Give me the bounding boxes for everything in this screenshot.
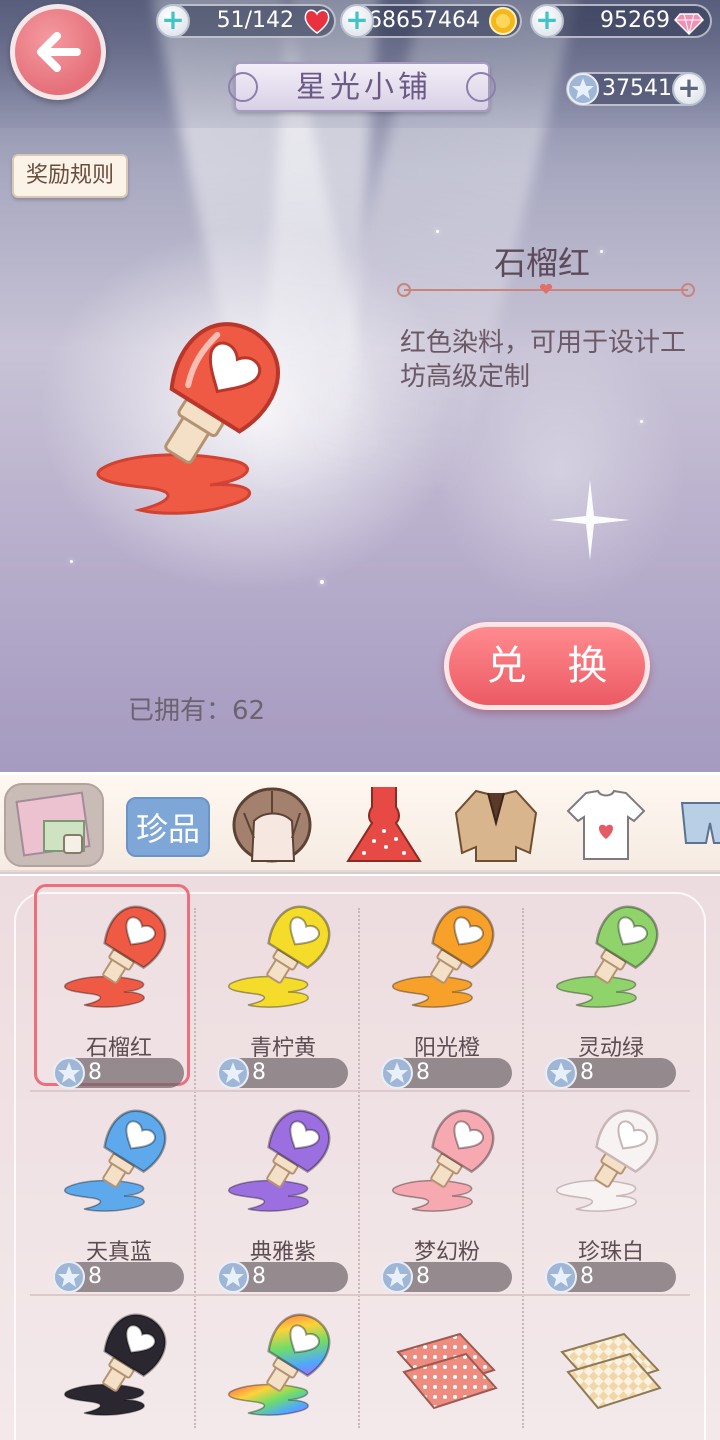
tab-materials[interactable] bbox=[4, 783, 104, 867]
back-arrow-icon bbox=[37, 32, 81, 72]
column-divider bbox=[194, 908, 196, 1428]
fabric-swatch-icon bbox=[560, 1332, 662, 1410]
cost-badge: 8 bbox=[545, 1057, 676, 1089]
column-divider bbox=[522, 908, 524, 1428]
grid-item[interactable]: 星尘黑 bbox=[44, 1298, 194, 1440]
reward-rules-button[interactable]: 奖励规则 bbox=[12, 154, 128, 198]
tab-treasure[interactable]: 珍品 bbox=[106, 783, 210, 867]
cost-badge: 8 bbox=[217, 1261, 348, 1293]
star-coin-icon bbox=[545, 1057, 577, 1089]
grid-item[interactable]: 青柠黄 8 bbox=[208, 890, 358, 1089]
diamond-icon bbox=[674, 13, 704, 36]
owned-count: 已拥有：62 bbox=[128, 696, 266, 726]
star-coin-icon bbox=[53, 1057, 85, 1089]
grid-item[interactable]: 天真蓝 8 bbox=[44, 1094, 194, 1293]
grid-item[interactable]: 灵动绿 8 bbox=[536, 890, 686, 1089]
cost-value: 8 bbox=[416, 1060, 430, 1085]
cost-value: 8 bbox=[580, 1060, 594, 1085]
cost-badge: 8 bbox=[381, 1057, 512, 1089]
dress-icon bbox=[346, 787, 422, 862]
heart-icon bbox=[304, 9, 330, 34]
fabric-swatch-icon bbox=[396, 1332, 498, 1410]
star-coin-icon bbox=[217, 1261, 249, 1293]
tab-top[interactable] bbox=[556, 783, 656, 867]
cost-value: 8 bbox=[88, 1060, 102, 1085]
dye-bottle-icon bbox=[391, 905, 495, 1008]
coat-icon bbox=[454, 789, 538, 862]
item-preview-panel: 51/142 + 68657464 + 95269 + 星光小铺 37541 +… bbox=[0, 0, 720, 772]
grid-item[interactable]: 经典网格 bbox=[536, 1298, 686, 1440]
item-grid: 石榴红8青柠黄8阳光橙8灵动绿8 天真蓝8典雅紫8梦幻粉8珍珠白8 星尘黑其他染料水… bbox=[0, 874, 720, 1440]
add-diamond-button[interactable]: + bbox=[530, 4, 564, 38]
sparkle-dot bbox=[640, 420, 643, 423]
sparkle-dot bbox=[70, 560, 73, 563]
star-coin-icon bbox=[381, 1261, 413, 1293]
grid-item[interactable]: 其他染料 bbox=[208, 1298, 358, 1440]
cost-badge: 8 bbox=[53, 1057, 184, 1089]
grid-item[interactable]: 梦幻粉 8 bbox=[372, 1094, 522, 1293]
row-divider bbox=[30, 1090, 690, 1092]
star-coin-icon bbox=[53, 1261, 85, 1293]
dye-bottle-icon bbox=[391, 1109, 495, 1212]
dye-bottle-icon bbox=[555, 905, 659, 1008]
tab-bottoms[interactable] bbox=[668, 783, 720, 867]
dye-bottle-icon bbox=[227, 1109, 331, 1212]
dye-bottle-icon bbox=[227, 1313, 331, 1416]
star-currency-value: 37541 bbox=[602, 76, 672, 101]
add-star-currency-button[interactable]: + bbox=[672, 72, 706, 106]
ornamental-divider bbox=[397, 283, 695, 297]
dye-bottle-icon bbox=[63, 1109, 167, 1212]
sparkle-dot bbox=[320, 580, 324, 584]
category-tabs: 珍品 bbox=[0, 772, 720, 872]
pants-icon bbox=[680, 802, 720, 844]
sparkle-dot bbox=[436, 230, 439, 233]
grid-item[interactable]: 珍珠白 8 bbox=[536, 1094, 686, 1293]
stamina-value: 51/142 bbox=[216, 8, 294, 33]
sparkle-icon bbox=[550, 480, 630, 560]
item-name: 石榴红 bbox=[493, 244, 590, 282]
fabric-icon bbox=[15, 791, 91, 857]
cost-value: 8 bbox=[88, 1264, 102, 1289]
star-coin-icon bbox=[217, 1057, 249, 1089]
cost-value: 8 bbox=[252, 1060, 266, 1085]
tab-hair[interactable] bbox=[224, 783, 324, 867]
grid-item[interactable]: 典雅紫 8 bbox=[208, 1094, 358, 1293]
gold-coin-icon bbox=[489, 7, 517, 35]
column-divider bbox=[358, 908, 360, 1428]
cost-value: 8 bbox=[416, 1264, 430, 1289]
item-description: 红色染料，可用于设计工坊高级定制 bbox=[400, 328, 687, 392]
cost-badge: 8 bbox=[217, 1057, 348, 1089]
shirt-icon bbox=[566, 789, 646, 860]
cost-badge: 8 bbox=[53, 1261, 184, 1293]
tab-coat[interactable] bbox=[446, 783, 546, 867]
shop-title-plaque: 星光小铺 bbox=[228, 62, 496, 112]
star-coin-icon bbox=[381, 1057, 413, 1089]
dye-bottle-icon bbox=[227, 905, 331, 1008]
dye-bottle-icon bbox=[63, 905, 167, 1008]
cost-badge: 8 bbox=[381, 1261, 512, 1293]
star-coin-icon bbox=[545, 1261, 577, 1293]
add-stamina-button[interactable]: + bbox=[156, 4, 190, 38]
grid-item[interactable]: 石榴红 8 bbox=[34, 884, 194, 1089]
dye-bottle-icon bbox=[555, 1109, 659, 1212]
grid-item[interactable]: 阳光橙 8 bbox=[372, 890, 522, 1089]
grid-item[interactable]: 水玉点点 bbox=[372, 1298, 522, 1440]
gold-value: 68657464 bbox=[368, 8, 480, 33]
star-coin-icon bbox=[567, 73, 599, 105]
cost-value: 8 bbox=[252, 1264, 266, 1289]
tab-dress[interactable] bbox=[334, 783, 434, 867]
row-divider bbox=[30, 1294, 690, 1296]
treasure-label: 珍品 bbox=[126, 797, 210, 857]
dye-bottle-icon bbox=[63, 1313, 167, 1416]
cost-badge: 8 bbox=[545, 1261, 676, 1293]
back-button[interactable] bbox=[10, 4, 106, 100]
pomegranate-red-dye-icon bbox=[96, 322, 280, 515]
hair-icon bbox=[232, 787, 312, 863]
cost-value: 8 bbox=[580, 1264, 594, 1289]
diamond-value: 95269 bbox=[600, 8, 670, 33]
page-title: 星光小铺 bbox=[296, 70, 432, 105]
add-gold-button[interactable]: + bbox=[340, 4, 374, 38]
exchange-button[interactable]: 兑 换 bbox=[444, 622, 650, 710]
